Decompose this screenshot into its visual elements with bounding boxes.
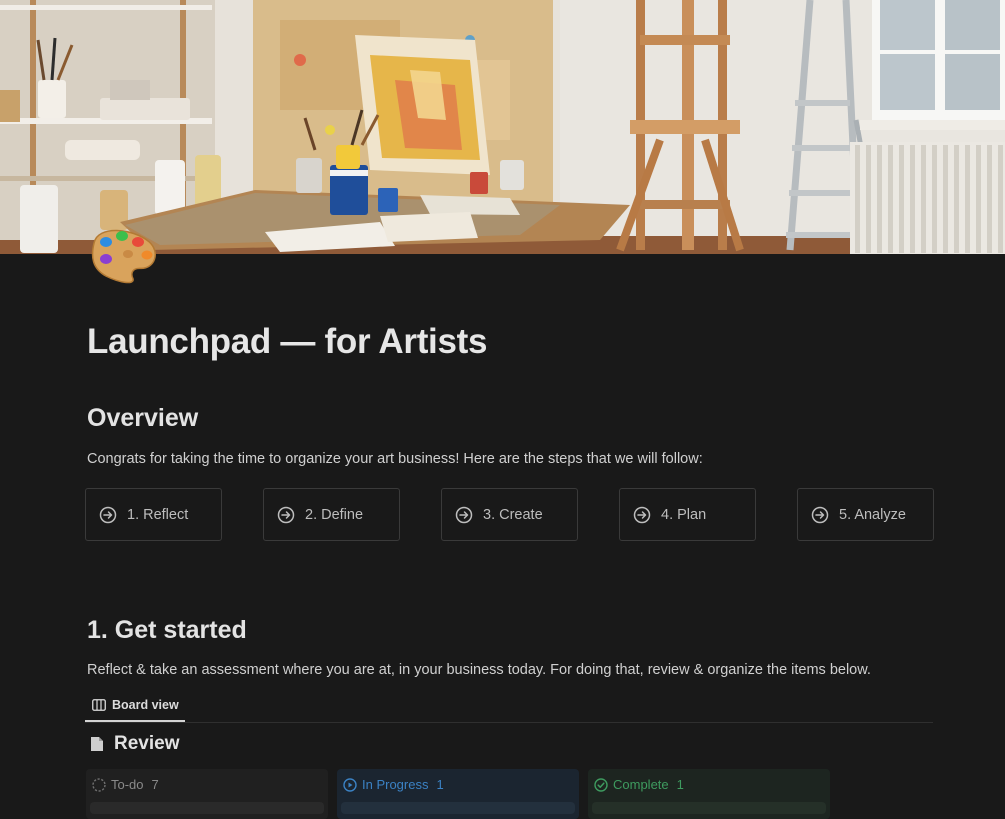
get-started-heading: 1. Get started [87, 616, 247, 644]
step-button-create[interactable]: 3. Create [441, 488, 578, 541]
column-label: Complete [613, 777, 669, 792]
status-todo-icon [92, 777, 106, 792]
overview-heading: Overview [87, 404, 199, 432]
arrow-circle-right-icon [277, 506, 295, 524]
board-card[interactable] [90, 802, 324, 814]
page-title[interactable]: Launchpad — for Artists [87, 322, 487, 362]
database-title[interactable]: Review [90, 732, 179, 756]
overview-text: Congrats for taking the time to organize… [87, 451, 703, 467]
board-column-complete[interactable]: Complete 1 [588, 769, 830, 819]
artist-palette-icon[interactable] [84, 224, 160, 284]
tab-board-view[interactable]: Board view [85, 690, 185, 722]
step-button-analyze[interactable]: 5. Analyze [797, 488, 934, 541]
page-icon [90, 736, 104, 752]
arrow-circle-right-icon [455, 506, 473, 524]
arrow-circle-right-icon [99, 506, 117, 524]
step-label: 1. Reflect [127, 506, 189, 523]
step-button-plan[interactable]: 4. Plan [619, 488, 756, 541]
board-column-todo[interactable]: To-do 7 [86, 769, 328, 819]
board-view-icon [92, 699, 106, 711]
cover-image[interactable] [0, 0, 1005, 254]
column-header: Complete 1 [594, 777, 684, 792]
board-card[interactable] [592, 802, 826, 814]
step-button-reflect[interactable]: 1. Reflect [85, 488, 222, 541]
column-count: 7 [151, 777, 159, 792]
status-in-progress-icon [343, 777, 357, 792]
column-header: In Progress 1 [343, 777, 444, 792]
arrow-circle-right-icon [811, 506, 829, 524]
step-label: 4. Plan [661, 506, 707, 523]
database-title-label: Review [114, 733, 180, 754]
steps-row: 1. Reflect 2. Define 3. Create 4. Plan 5… [85, 488, 934, 541]
step-label: 5. Analyze [839, 506, 906, 523]
board-card[interactable] [341, 802, 575, 814]
step-button-define[interactable]: 2. Define [263, 488, 400, 541]
tab-label: Board view [112, 698, 179, 712]
step-label: 2. Define [305, 506, 364, 523]
column-header: To-do 7 [92, 777, 159, 792]
get-started-text: Reflect & take an assessment where you a… [87, 662, 871, 678]
column-label: To-do [111, 777, 144, 792]
view-tabbar: Board view [85, 690, 933, 723]
column-count: 1 [436, 777, 444, 792]
column-count: 1 [676, 777, 684, 792]
arrow-circle-right-icon [633, 506, 651, 524]
step-label: 3. Create [483, 506, 543, 523]
board-column-in-progress[interactable]: In Progress 1 [337, 769, 579, 819]
status-complete-icon [594, 777, 608, 792]
column-label: In Progress [362, 777, 429, 792]
